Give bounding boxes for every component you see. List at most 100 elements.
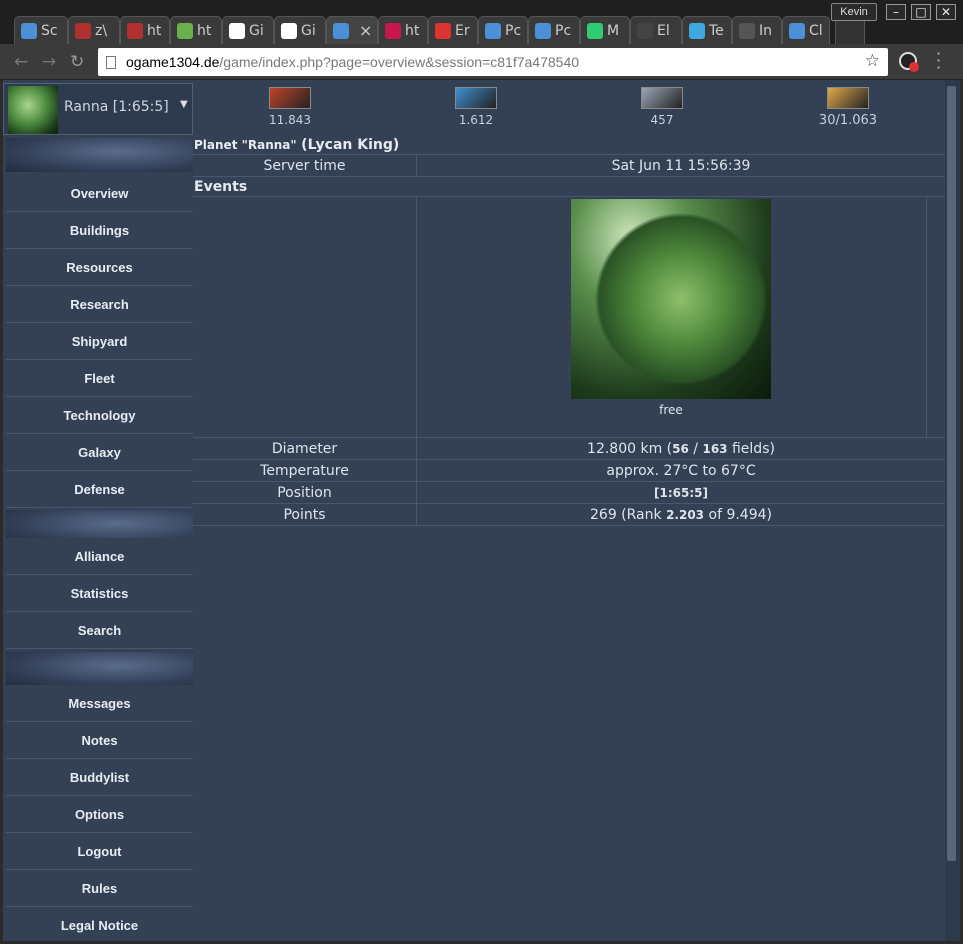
tab-label: El: [657, 22, 670, 39]
planet-selector[interactable]: Ranna [1:65:5] ▼: [3, 83, 193, 135]
minimize-button[interactable]: –: [886, 4, 906, 20]
browser-tab[interactable]: z\: [68, 16, 120, 44]
menu-item-options[interactable]: Options: [6, 796, 193, 833]
tab-label: Te: [709, 22, 724, 39]
tab-strip: Sc z\ ht ht Gi Gi × ht Er Pc Pc M El Te In Cl Kevin – □…: [0, 0, 963, 44]
bookmark-star-icon[interactable]: ☆: [865, 51, 880, 71]
events-heading: Events: [194, 179, 248, 195]
browser-tab[interactable]: Pc: [528, 16, 580, 44]
tab-label: Pc: [555, 22, 572, 39]
google-icon: [229, 22, 245, 39]
close-window-button[interactable]: ✕: [936, 4, 956, 20]
resource-deuterium: 457: [622, 87, 702, 127]
menu-item-research[interactable]: Research: [6, 286, 193, 323]
sidebar: Ranna [1:65:5] ▼ Overview Buildings Resour…: [3, 80, 193, 941]
browser-menu-icon[interactable]: · · ·: [936, 46, 941, 76]
menu-item-technology[interactable]: Technology: [6, 397, 193, 434]
position-label: Position: [193, 482, 417, 503]
browser-tab[interactable]: Pc: [478, 16, 528, 44]
menu-item-notes[interactable]: Notes: [6, 722, 193, 759]
question-icon: [127, 22, 143, 39]
browser-tab[interactable]: Gi: [222, 16, 274, 44]
tab-label: Gi: [301, 22, 316, 39]
browser-tab[interactable]: ht: [378, 16, 428, 44]
menu-item-fleet[interactable]: Fleet: [6, 360, 193, 397]
doc-icon: [739, 22, 755, 39]
menu-item-galaxy[interactable]: Galaxy: [6, 434, 193, 471]
tab-label: ht: [405, 22, 420, 39]
position-link[interactable]: [1:65:5]: [654, 486, 708, 500]
menu-item-buddylist[interactable]: Buddylist: [6, 759, 193, 796]
diameter-row: Diameter 12.800 km (56 / 163 fields): [193, 438, 945, 460]
tab-label: Sc: [41, 22, 58, 39]
browser-tab[interactable]: Te: [682, 16, 732, 44]
shield-icon: [177, 22, 193, 39]
tab-label: In: [759, 22, 773, 39]
menu-item-resources[interactable]: Resources: [6, 249, 193, 286]
menu-item-rules[interactable]: Rules: [6, 870, 193, 907]
page-info-icon[interactable]: [106, 55, 116, 69]
menu-item-search[interactable]: Search: [6, 612, 193, 649]
browser-tab[interactable]: ×: [326, 16, 378, 44]
close-tab-icon[interactable]: ×: [359, 21, 372, 40]
menu-item-messages[interactable]: Messages: [6, 685, 193, 722]
forward-icon[interactable]: →: [42, 52, 56, 72]
address-bar[interactable]: ogame1304.de/game/index.php?page=overvie…: [98, 48, 888, 76]
menu-item-shipyard[interactable]: Shipyard: [6, 323, 193, 360]
points-row: Points 269 (Rank 2.203 of 9.494): [193, 504, 945, 526]
menu-item-overview[interactable]: Overview: [6, 175, 193, 212]
menu-item-logout[interactable]: Logout: [6, 833, 193, 870]
page-scrollbar[interactable]: [945, 80, 960, 941]
fields-separator: /: [688, 441, 703, 457]
menu-item-buildings[interactable]: Buildings: [6, 212, 193, 249]
crystal-icon: [455, 87, 497, 109]
points-value: 269 (Rank 2.203 of 9.494): [417, 504, 945, 525]
fields-used: 56: [672, 442, 689, 456]
m-icon: [587, 22, 603, 39]
browser-tab[interactable]: ht: [120, 16, 170, 44]
question-icon: [75, 22, 91, 39]
browser-tab[interactable]: Sc: [14, 16, 68, 44]
menu-item-legal-notice[interactable]: Legal Notice: [6, 907, 193, 941]
mail-icon: [435, 22, 451, 39]
browser-tab[interactable]: ht: [170, 16, 222, 44]
tab-label: ht: [197, 22, 212, 39]
reload-icon[interactable]: ↻: [70, 52, 84, 72]
server-time-row: Server time Sat Jun 11 15:56:39: [193, 155, 945, 177]
browser-tab[interactable]: El: [630, 16, 682, 44]
temperature-row: Temperature approx. 27°C to 67°C: [193, 460, 945, 482]
planet-title-row: Planet "Ranna" (Lycan King): [193, 135, 945, 155]
events-cell: [193, 197, 417, 437]
server-time-value: Sat Jun 11 15:56:39: [611, 158, 751, 174]
tab-label: z\: [95, 22, 108, 39]
resource-value: 30/1.063: [818, 113, 878, 128]
points-rank[interactable]: 2.203: [666, 508, 704, 522]
resource-crystal: 1.612: [436, 87, 516, 127]
browser-window: Sc z\ ht ht Gi Gi × ht Er Pc Pc M El Te In Cl Kevin – □…: [0, 0, 963, 944]
planet-title: Planet "Ranna" (Lycan King): [193, 135, 945, 156]
tab-label: M: [607, 22, 620, 39]
browser-tab[interactable]: Gi: [274, 16, 326, 44]
maximize-button[interactable]: □: [911, 4, 931, 20]
url-path: /game/index.php?page=overview&session=c8…: [219, 54, 580, 70]
profile-button[interactable]: Kevin: [831, 3, 877, 21]
tab-label: Cl: [809, 22, 823, 39]
planet-image-row: free: [193, 197, 945, 438]
browser-tab[interactable]: In: [732, 16, 782, 44]
planet-thumbnail: [8, 86, 58, 134]
resource-value: 457: [650, 113, 674, 127]
diameter-suffix: fields): [727, 441, 775, 457]
planet-image: [571, 199, 771, 399]
browser-tab[interactable]: M: [580, 16, 630, 44]
metal-icon: [269, 87, 311, 109]
ogame-icon: [535, 22, 551, 39]
menu-item-statistics[interactable]: Statistics: [6, 575, 193, 612]
menu-item-alliance[interactable]: Alliance: [6, 538, 193, 575]
url-host: ogame1304.de: [126, 54, 220, 70]
points-label: Points: [193, 504, 417, 525]
browser-tab[interactable]: Cl: [782, 16, 830, 44]
scrollbar-thumb[interactable]: [947, 86, 956, 861]
browser-tab[interactable]: Er: [428, 16, 478, 44]
menu-item-defense[interactable]: Defense: [6, 471, 193, 508]
back-icon[interactable]: ←: [14, 52, 28, 72]
